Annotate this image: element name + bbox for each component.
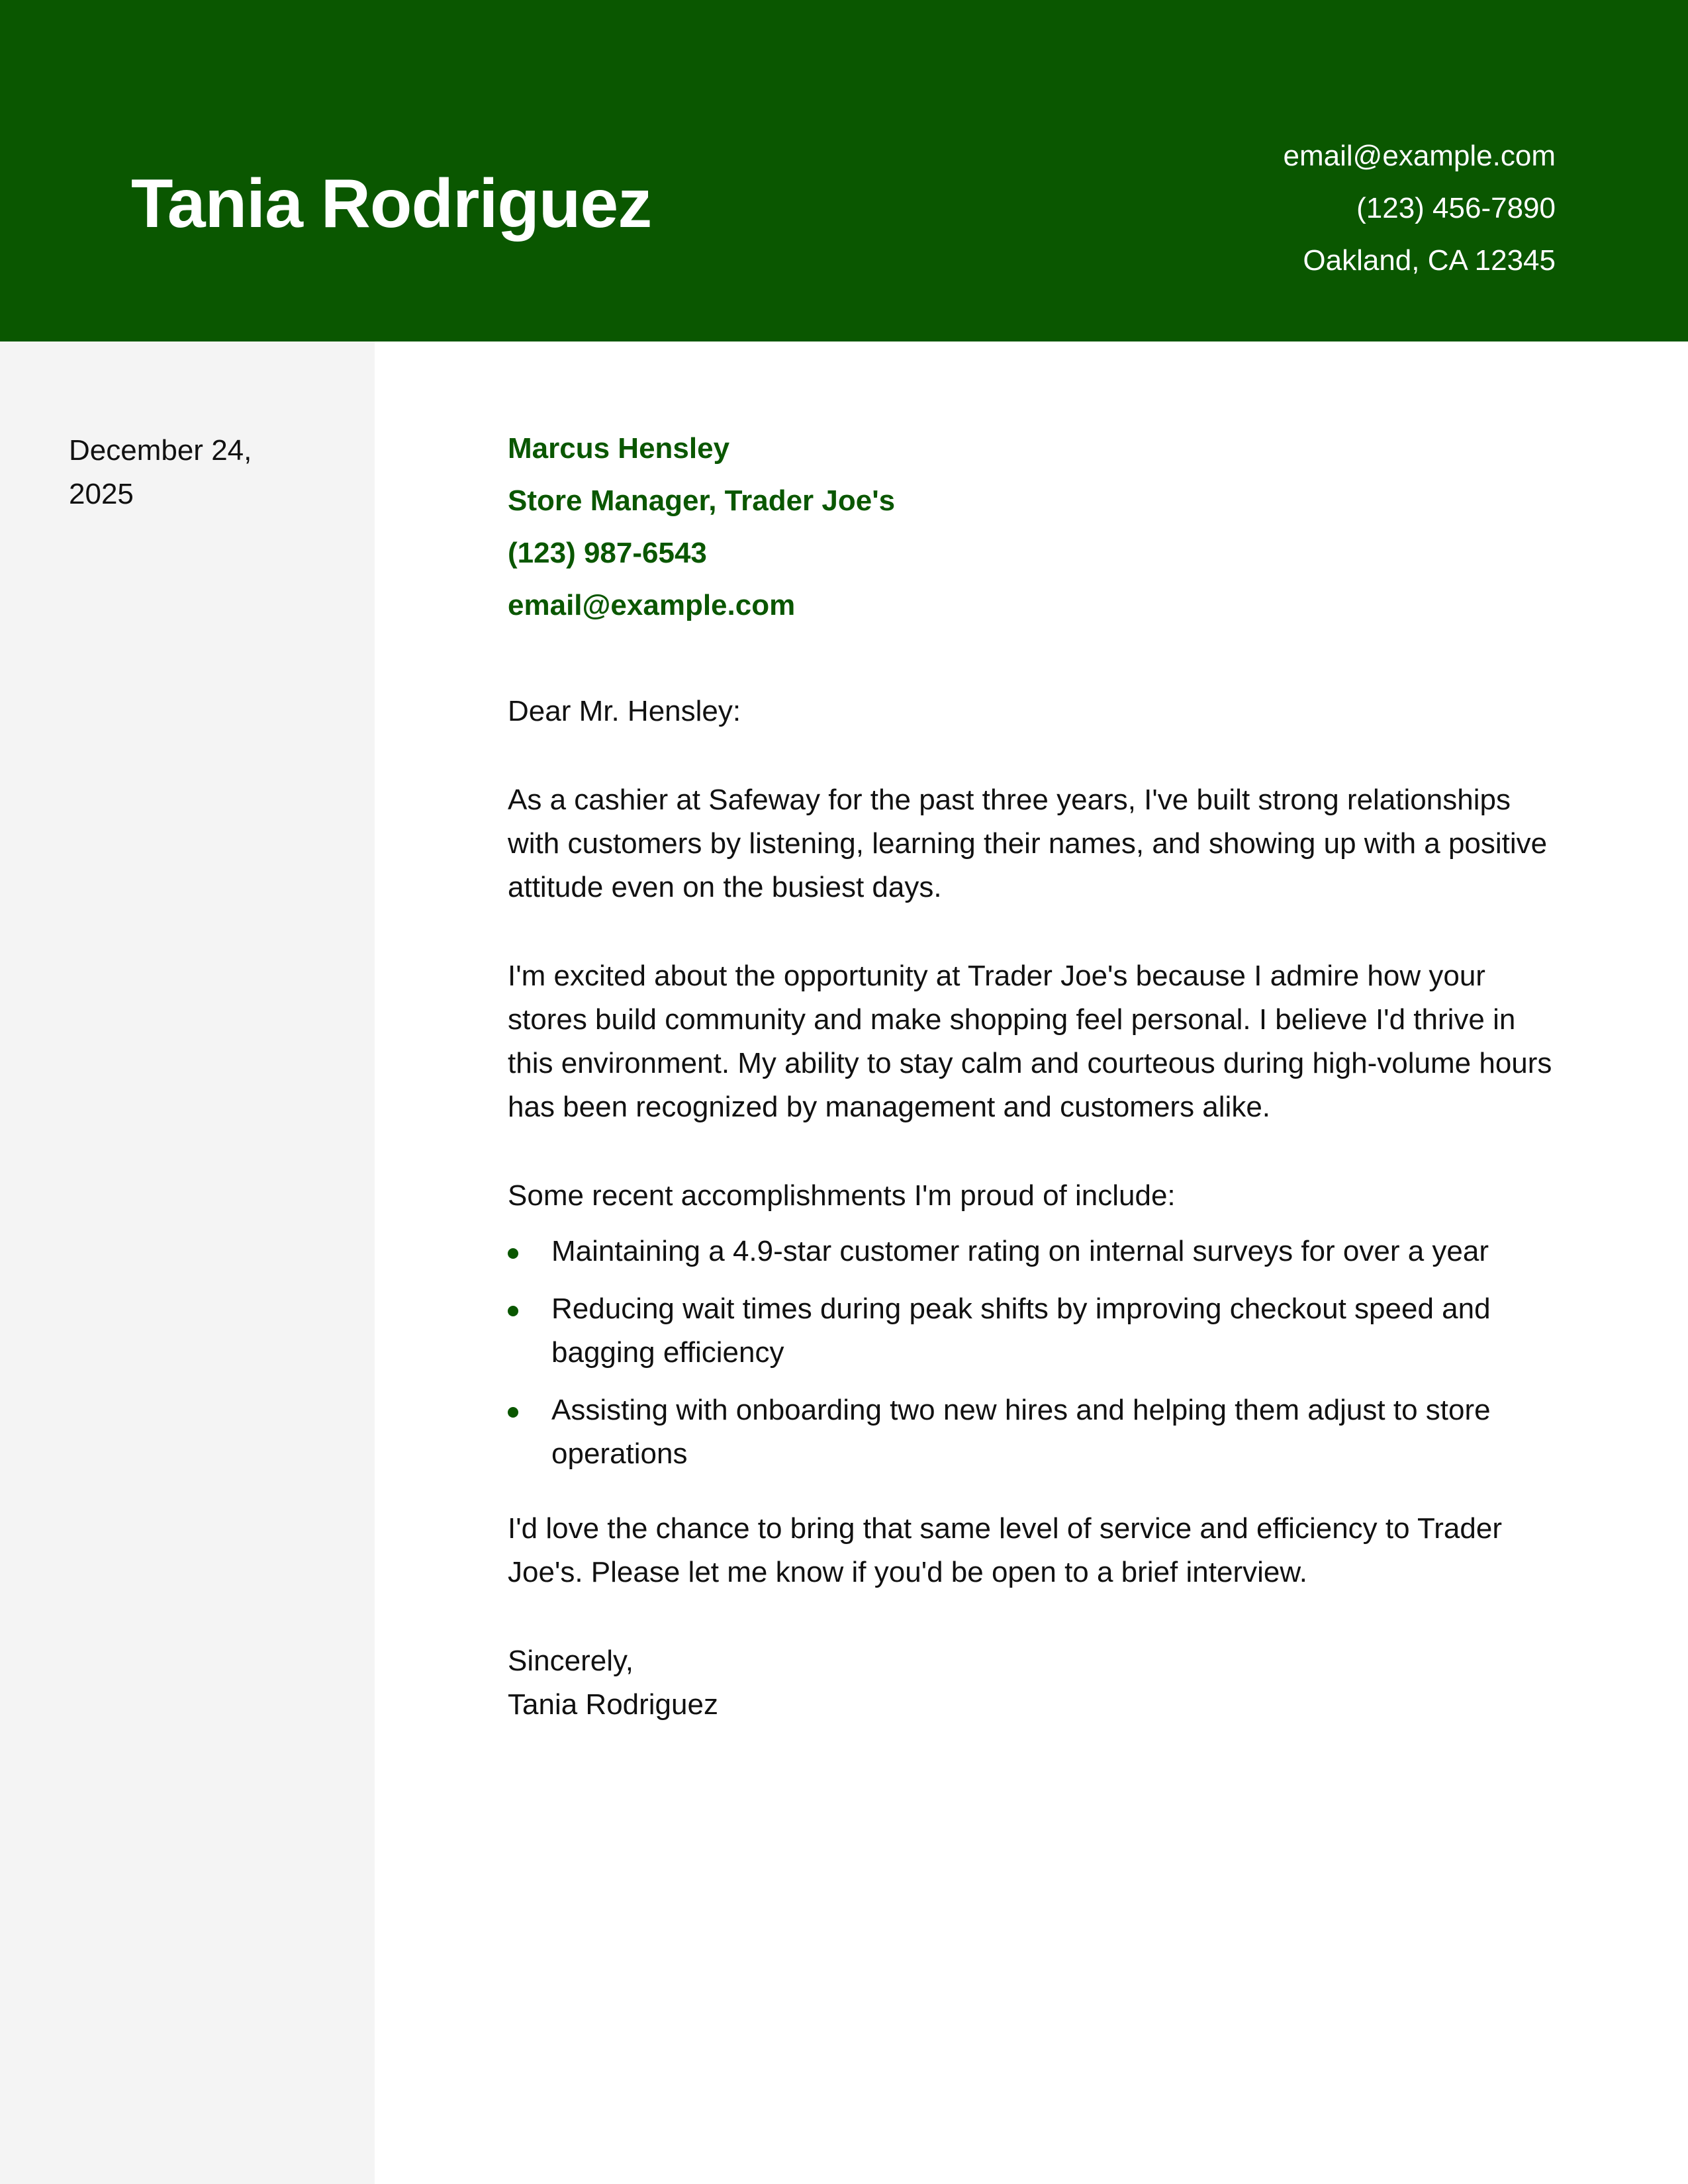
bullet-icon bbox=[508, 1306, 518, 1316]
contact-location: Oakland, CA 12345 bbox=[1303, 244, 1556, 277]
header-banner: Tania Rodriguez email@example.com (123) … bbox=[0, 0, 1688, 341]
list-item: Assisting with onboarding two new hires … bbox=[508, 1388, 1567, 1476]
list-item-text: Reducing wait times during peak shifts b… bbox=[551, 1293, 1491, 1369]
contact-email: email@example.com bbox=[1283, 140, 1556, 172]
accomplishments-list: Maintaining a 4.9-star customer rating o… bbox=[508, 1230, 1567, 1476]
recipient-name: Marcus Hensley bbox=[508, 432, 730, 465]
letter-body: Marcus Hensley Store Manager, Trader Joe… bbox=[508, 424, 1567, 1727]
paragraph: I'd love the chance to bring that same l… bbox=[508, 1512, 1502, 1588]
signature: Tania Rodriguez bbox=[508, 1688, 718, 1721]
list-item-text: Assisting with onboarding two new hires … bbox=[551, 1394, 1491, 1470]
list-item: Reducing wait times during peak shifts b… bbox=[508, 1287, 1567, 1375]
paragraph: As a cashier at Safeway for the past thr… bbox=[508, 784, 1548, 903]
contact-phone: (123) 456-7890 bbox=[1356, 192, 1556, 224]
bullet-icon bbox=[508, 1248, 518, 1259]
recipient-phone: (123) 987-6543 bbox=[508, 537, 707, 569]
closing: Sincerely, bbox=[508, 1645, 633, 1677]
applicant-name: Tania Rodriguez bbox=[131, 165, 652, 242]
list-item: Maintaining a 4.9-star customer rating o… bbox=[508, 1230, 1567, 1273]
closing-block: Sincerely, Tania Rodriguez bbox=[508, 1639, 1567, 1727]
paragraph: I'm excited about the opportunity at Tra… bbox=[508, 960, 1552, 1123]
recipient-title: Store Manager, Trader Joe's bbox=[508, 484, 896, 517]
list-item-text: Maintaining a 4.9-star customer rating o… bbox=[551, 1235, 1489, 1267]
paragraph: Some recent accomplishments I'm proud of… bbox=[508, 1179, 1176, 1212]
recipient-block: Marcus Hensley Store Manager, Trader Joe… bbox=[508, 424, 1567, 633]
recipient-email: email@example.com bbox=[508, 589, 796, 621]
sidebar bbox=[0, 341, 375, 2184]
letter-date: December 24, 2025 bbox=[69, 434, 252, 510]
bullet-icon bbox=[508, 1407, 518, 1418]
contact-info: email@example.com (123) 456-7890 Oakland… bbox=[1284, 130, 1556, 287]
salutation: Dear Mr. Hensley: bbox=[508, 695, 741, 727]
